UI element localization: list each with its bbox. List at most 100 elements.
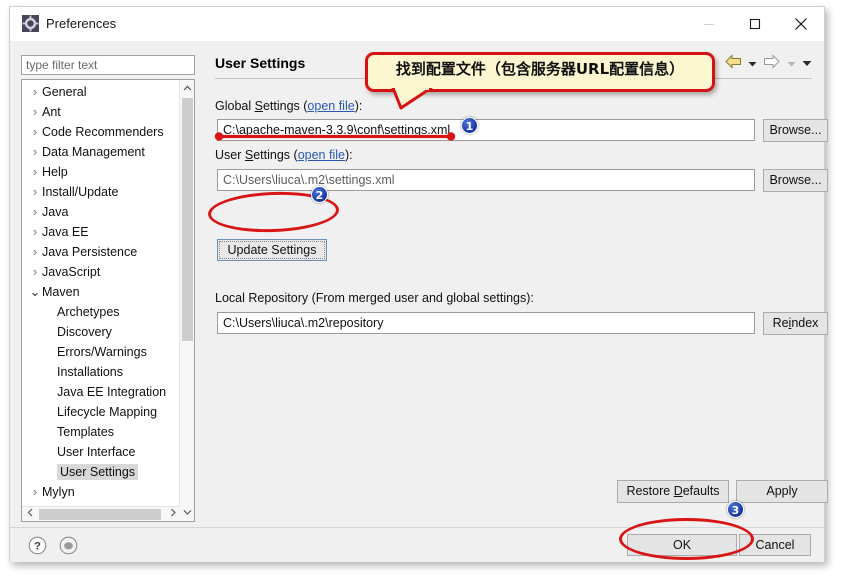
chevron-right-icon[interactable]: › bbox=[28, 262, 42, 282]
user-settings-label-suffix: ettings ( bbox=[253, 148, 298, 162]
sidebar-item-label: Ant bbox=[42, 105, 61, 119]
minimize-button[interactable] bbox=[686, 7, 732, 40]
sidebar-item-maven[interactable]: ⌄ Maven bbox=[22, 282, 180, 302]
scroll-down-icon[interactable] bbox=[180, 504, 194, 521]
cancel-button[interactable]: Cancel bbox=[739, 534, 811, 556]
scroll-left-icon[interactable] bbox=[22, 507, 37, 521]
forward-arrow-icon[interactable] bbox=[763, 54, 781, 72]
sidebar-item-label: Code Recommenders bbox=[42, 125, 164, 139]
sidebar-item-label: Archetypes bbox=[57, 305, 120, 319]
maximize-button[interactable] bbox=[732, 7, 778, 40]
preferences-tree[interactable]: › General › Ant › Code Recommenders › Data Mana… bbox=[21, 79, 195, 522]
sidebar-item-java-ee-integration[interactable]: Java EE Integration bbox=[22, 382, 180, 402]
chevron-right-icon[interactable]: › bbox=[28, 102, 42, 122]
sidebar-item-code-recommenders[interactable]: › Code Recommenders bbox=[22, 122, 180, 142]
global-settings-browse-button[interactable]: Browse... bbox=[763, 119, 828, 142]
reindex-label-suffix: ndex bbox=[791, 316, 819, 330]
pin-circle-icon[interactable] bbox=[59, 536, 78, 555]
page-nav-toolbar bbox=[722, 54, 812, 76]
sidebar-item-label: General bbox=[42, 85, 87, 99]
ok-button[interactable]: OK bbox=[627, 534, 737, 556]
chevron-right-icon[interactable]: › bbox=[28, 82, 42, 102]
sidebar-item-data-management[interactable]: › Data Management bbox=[22, 142, 180, 162]
apply-button[interactable]: Apply bbox=[736, 480, 828, 503]
user-settings-browse-button[interactable]: Browse... bbox=[763, 169, 828, 192]
chevron-right-icon[interactable]: › bbox=[28, 142, 42, 162]
sidebar-item-archetypes[interactable]: Archetypes bbox=[22, 302, 180, 322]
window-title: Preferences bbox=[46, 16, 117, 31]
chevron-right-icon[interactable]: › bbox=[28, 202, 42, 222]
user-settings-label-prefix: User bbox=[215, 148, 245, 162]
local-repository-label: Local Repository (From merged user and g… bbox=[215, 291, 534, 305]
overflow-chevron-down-icon[interactable] bbox=[802, 56, 812, 70]
sidebar-item-java[interactable]: › Java bbox=[22, 202, 180, 222]
back-arrow-icon[interactable] bbox=[724, 54, 742, 72]
forward-menu-chevron-down-icon[interactable] bbox=[787, 56, 796, 70]
local-repository-input[interactable]: C:\Users\liuca\.m2\repository bbox=[217, 312, 755, 334]
sidebar-item-discovery[interactable]: Discovery bbox=[22, 322, 180, 342]
sidebar-item-errors-warnings[interactable]: Errors/Warnings bbox=[22, 342, 180, 362]
user-settings-accesskey: S bbox=[244, 148, 254, 162]
sidebar-item-label: Data Management bbox=[42, 145, 145, 159]
chevron-right-icon[interactable]: › bbox=[28, 482, 42, 502]
chevron-right-icon[interactable]: › bbox=[28, 242, 42, 262]
sidebar-item-user-settings[interactable]: User Settings bbox=[22, 462, 180, 482]
svg-text:?: ? bbox=[34, 541, 41, 553]
tree-scroll-thumb[interactable] bbox=[182, 98, 193, 341]
chevron-right-icon[interactable]: › bbox=[28, 162, 42, 182]
sidebar-item-java-ee[interactable]: › Java EE bbox=[22, 222, 180, 242]
sidebar-item-label: Java EE bbox=[42, 225, 89, 239]
sidebar-item-label: Lifecycle Mapping bbox=[57, 405, 158, 419]
sidebar-item-installations[interactable]: Installations bbox=[22, 362, 180, 382]
restore-defaults-accesskey: D bbox=[673, 484, 683, 498]
title-divider bbox=[215, 78, 812, 79]
sidebar-item-lifecycle-mapping[interactable]: Lifecycle Mapping bbox=[22, 402, 180, 422]
reindex-label-prefix: Re bbox=[772, 316, 789, 330]
sidebar-item-label: Mylyn bbox=[42, 485, 75, 499]
close-button[interactable] bbox=[778, 7, 824, 40]
scroll-up-icon[interactable] bbox=[180, 80, 194, 97]
user-settings-input[interactable]: C:\Users\liuca\.m2\settings.xml bbox=[217, 169, 755, 191]
sidebar-item-general[interactable]: › General bbox=[22, 82, 180, 102]
sidebar-item-javascript[interactable]: › JavaScript bbox=[22, 262, 180, 282]
chevron-down-icon[interactable]: ⌄ bbox=[28, 282, 42, 302]
sidebar-item-help[interactable]: › Help bbox=[22, 162, 180, 182]
back-menu-chevron-down-icon[interactable] bbox=[748, 56, 757, 70]
restore-defaults-prefix: Restore bbox=[626, 484, 674, 498]
global-settings-input[interactable]: C:\apache-maven-3.3.9\conf\settings.xml bbox=[217, 119, 755, 141]
sidebar-item-java-persistence[interactable]: › Java Persistence bbox=[22, 242, 180, 262]
chevron-right-icon[interactable]: › bbox=[28, 222, 42, 242]
restore-defaults-button[interactable]: Restore Defaults bbox=[617, 480, 729, 503]
user-settings-open-file-link[interactable]: open file bbox=[298, 148, 345, 162]
tree-hscroll-thumb[interactable] bbox=[39, 509, 161, 520]
sidebar-item-label: Java bbox=[42, 205, 69, 219]
sidebar-item-label: JavaScript bbox=[42, 265, 101, 279]
tree-horizontal-scrollbar[interactable] bbox=[22, 506, 180, 521]
sidebar-item-ant[interactable]: › Ant bbox=[22, 102, 180, 122]
update-settings-button[interactable]: Update Settings bbox=[217, 239, 327, 261]
sidebar-item-label: Java Persistence bbox=[42, 245, 138, 259]
filter-input[interactable] bbox=[21, 55, 195, 75]
scroll-right-icon[interactable] bbox=[165, 507, 180, 521]
preferences-dialog: Preferences ›General›Ant›Code Recommende… bbox=[9, 6, 828, 562]
preferences-tree-list: › General › Ant › Code Recommenders › Data Mana… bbox=[22, 82, 180, 502]
sidebar-item-mylyn[interactable]: › Mylyn bbox=[22, 482, 180, 502]
sidebar-item-templates[interactable]: Templates bbox=[22, 422, 180, 442]
page-title: User Settings bbox=[215, 55, 306, 71]
dialog-body: ›General›Ant›Code Recommenders›Data Mana… bbox=[10, 41, 828, 527]
help-question-icon[interactable]: ? bbox=[28, 536, 47, 555]
global-settings-label-suffix: ettings ( bbox=[262, 99, 308, 113]
global-settings-label-end: ): bbox=[354, 99, 363, 113]
sidebar-item-label: Errors/Warnings bbox=[57, 345, 147, 359]
preferences-gear-icon bbox=[22, 15, 39, 32]
sidebar-item-user-interface[interactable]: User Interface bbox=[22, 442, 180, 462]
sidebar-item-install-update[interactable]: › Install/Update bbox=[22, 182, 180, 202]
tree-vertical-scrollbar[interactable] bbox=[179, 80, 194, 521]
sidebar-item-label: User Interface bbox=[57, 445, 136, 459]
chevron-right-icon[interactable]: › bbox=[28, 122, 42, 142]
chevron-right-icon[interactable]: › bbox=[28, 182, 42, 202]
sidebar-item-label: Installations bbox=[57, 365, 124, 379]
reindex-button[interactable]: Reindex bbox=[763, 312, 828, 335]
global-settings-open-file-link[interactable]: open file bbox=[307, 99, 354, 113]
sidebar-item-label: User Settings bbox=[57, 464, 139, 480]
